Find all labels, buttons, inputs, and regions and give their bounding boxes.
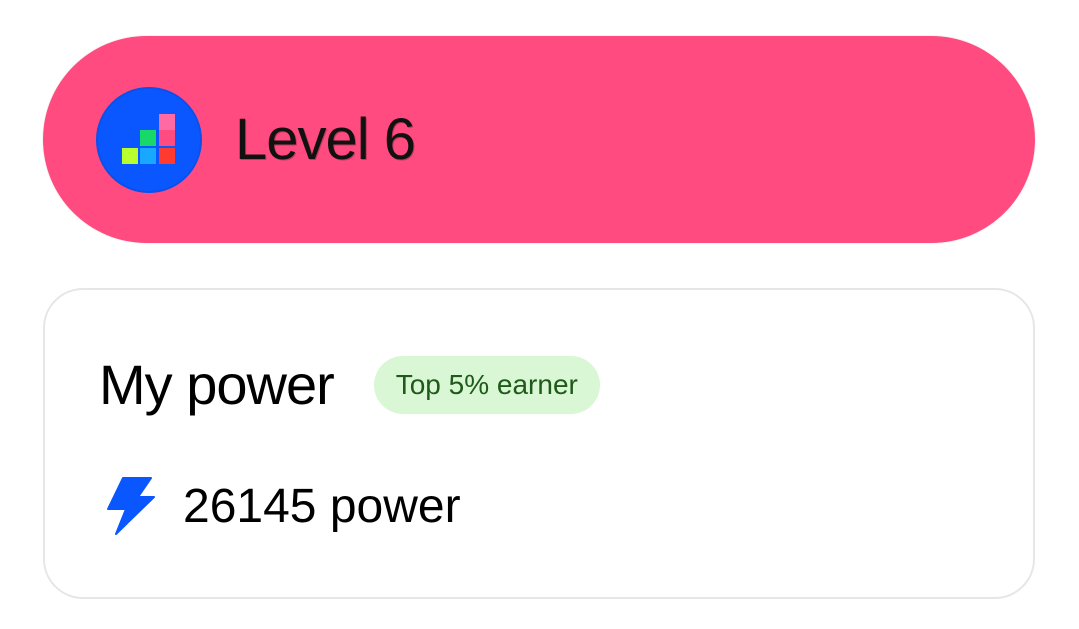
level-steps-icon [96,86,202,193]
rank-badge: Top 5% earner [373,355,600,414]
level-card[interactable]: Level 6 [43,36,1035,243]
power-value-row: 26145 power [103,476,461,536]
lightning-bolt-icon [107,477,155,535]
power-heading-row: My power Top 5% earner [99,352,600,417]
power-heading: My power [99,353,335,416]
level-title: Level 6 [235,107,416,172]
power-value: 26145 power [183,479,461,533]
power-card: My power Top 5% earner 26145 power [43,288,1035,599]
